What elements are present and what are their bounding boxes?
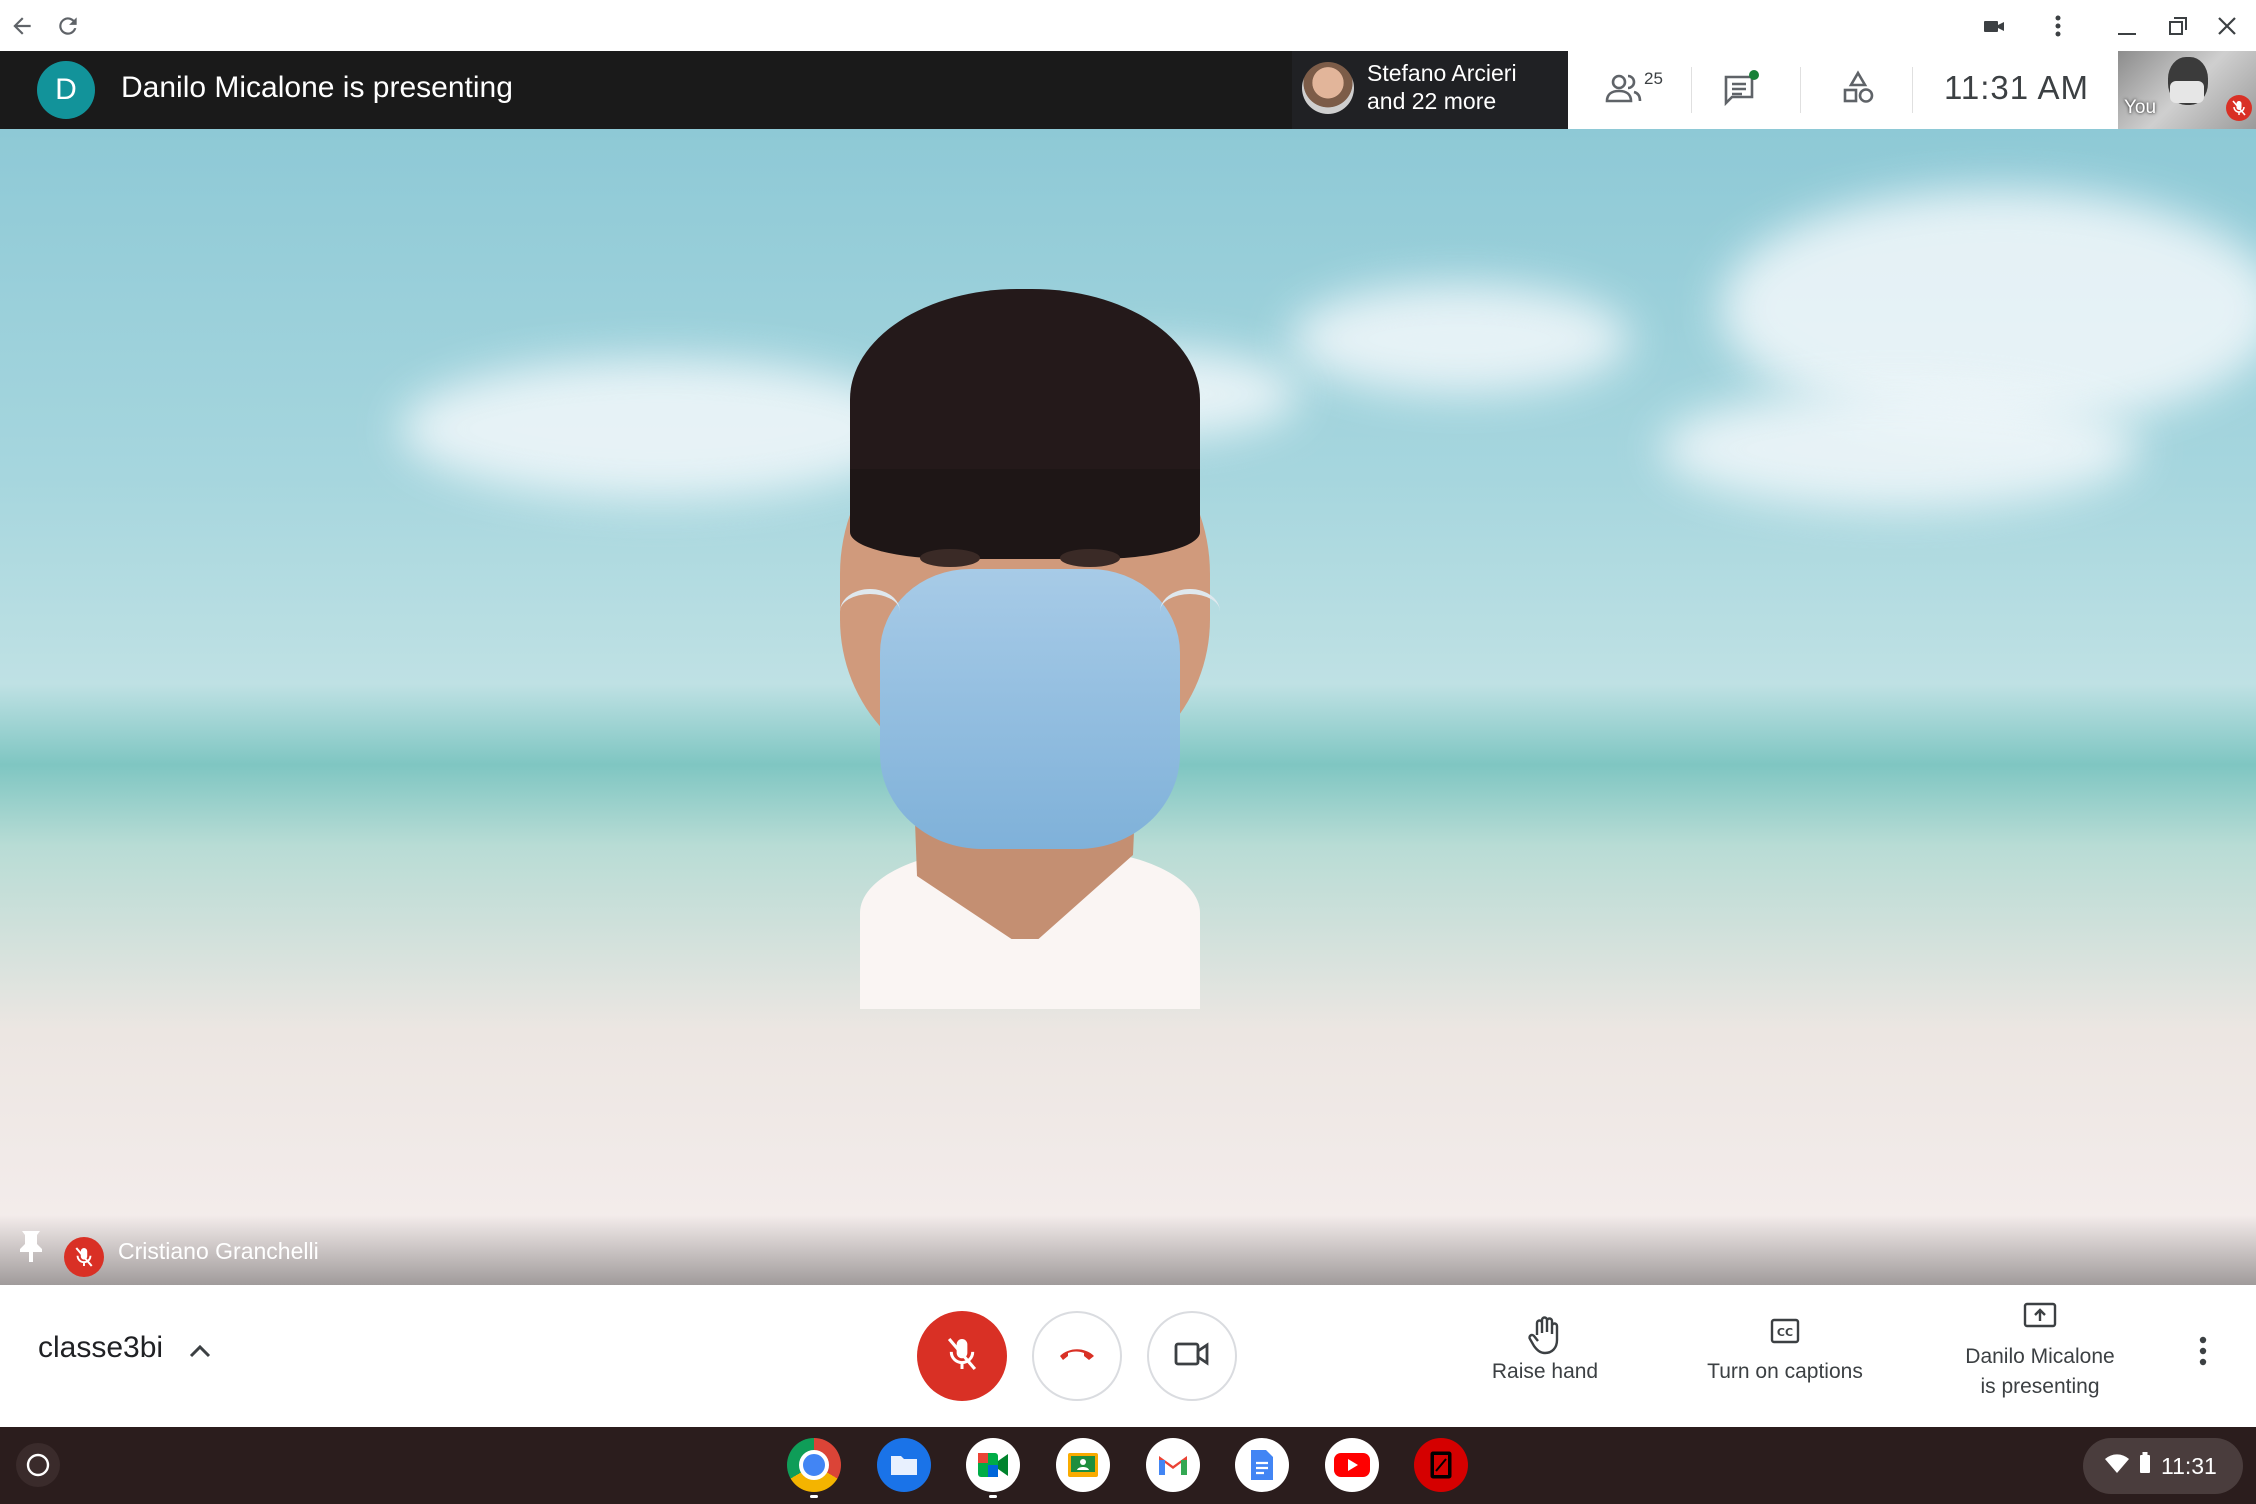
window-title-bar (0, 0, 2256, 51)
mask-strap-right (1160, 589, 1220, 634)
raise-hand-label: Raise hand (1491, 1360, 1599, 1383)
presenting-title: Danilo Micalone is presenting (121, 71, 513, 104)
active-speaker-card[interactable]: Stefano Arcieri and 22 more (1292, 51, 1568, 129)
self-mic-off-icon (2226, 95, 2252, 121)
youtube-icon[interactable] (1325, 1438, 1379, 1492)
meet-icon[interactable] (966, 1438, 1020, 1492)
activities-icon (1840, 69, 1876, 111)
person-eyes (920, 549, 1120, 569)
chat-icon (1722, 69, 1762, 112)
meeting-control-bar: classe3bi Raise hand CC Turn on captions (0, 1285, 2256, 1427)
present-screen-icon (1940, 1300, 2140, 1342)
people-icon (1604, 71, 1644, 110)
restore-icon[interactable] (2158, 6, 2198, 46)
running-indicator (810, 1495, 818, 1498)
self-label: You (2124, 97, 2157, 118)
pin-icon[interactable] (16, 1228, 46, 1269)
chrome-icon[interactable] (787, 1438, 841, 1492)
speaker-avatar (1302, 62, 1354, 114)
activities-button[interactable] (1840, 67, 1876, 113)
mic-toggle-button[interactable] (917, 1311, 1007, 1401)
participants-button[interactable]: 25 (1604, 67, 1663, 113)
video-camera-icon (1174, 1341, 1210, 1372)
system-time: 11:31 (2161, 1452, 2217, 1479)
launcher-button[interactable] (16, 1443, 60, 1487)
speaker-more: and 22 more (1367, 88, 1497, 114)
captions-label: Turn on captions (1707, 1360, 1863, 1383)
self-video-tile[interactable]: You (2118, 51, 2256, 129)
mask-strap-left (840, 589, 900, 634)
more-options-icon[interactable] (2198, 1336, 2208, 1371)
name-shade (0, 1215, 2256, 1285)
meeting-name: classe3bi (38, 1331, 164, 1364)
chat-button[interactable] (1722, 67, 1762, 113)
pdf-app-icon[interactable] (1414, 1438, 1468, 1492)
closed-captions-icon: CC (1685, 1315, 1885, 1357)
wifi-icon (2105, 1453, 2129, 1480)
chevron-up-icon (189, 1332, 211, 1366)
participants-count: 25 (1644, 69, 1663, 88)
hang-up-icon (1058, 1344, 1096, 1369)
minimize-icon[interactable] (2107, 6, 2147, 46)
docs-icon[interactable] (1235, 1438, 1289, 1492)
person-figure (800, 289, 1260, 1009)
top-controls: 25 11:31 AM (1568, 51, 2118, 129)
divider (1691, 67, 1692, 113)
reload-icon[interactable] (48, 6, 88, 46)
presenting-line-2: is presenting (1980, 1375, 2100, 1398)
mic-off-icon (947, 1336, 977, 1377)
running-indicator (989, 1495, 997, 1498)
camera-in-use-icon (1974, 6, 2014, 46)
files-icon[interactable] (877, 1438, 931, 1492)
raise-hand-button[interactable]: Raise hand (1470, 1315, 1620, 1387)
hand-icon (1470, 1315, 1620, 1357)
status-tray[interactable]: 11:31 (2083, 1438, 2243, 1494)
battery-icon (2139, 1452, 2151, 1480)
participant-name: Cristiano Granchelli (118, 1238, 319, 1264)
presenter-avatar: D (37, 61, 95, 119)
meeting-details-button[interactable]: classe3bi (38, 1331, 211, 1366)
classroom-icon[interactable] (1056, 1438, 1110, 1492)
participant-mic-off-icon (64, 1237, 104, 1277)
captions-button[interactable]: CC Turn on captions (1685, 1315, 1885, 1387)
camera-toggle-button[interactable] (1147, 1311, 1237, 1401)
divider (1800, 67, 1801, 113)
svg-text:CC: CC (1777, 1326, 1793, 1339)
person-hair (850, 469, 1200, 559)
back-arrow-icon[interactable] (2, 6, 42, 46)
meeting-clock: 11:31 AM (1944, 69, 2089, 106)
speaker-name: Stefano Arcieri (1367, 60, 1517, 86)
leave-call-button[interactable] (1032, 1311, 1122, 1401)
self-mask (2170, 81, 2204, 103)
present-now-button[interactable]: Danilo Micalone is presenting (1940, 1300, 2140, 1402)
main-video: Cristiano Granchelli (0, 129, 2256, 1285)
face-mask (880, 569, 1180, 849)
close-icon[interactable] (2207, 6, 2247, 46)
presenting-line-1: Danilo Micalone (1965, 1345, 2115, 1368)
gmail-icon[interactable] (1146, 1438, 1200, 1492)
divider (1912, 67, 1913, 113)
more-vert-icon[interactable] (2038, 6, 2078, 46)
os-shelf: 11:31 (0, 1427, 2256, 1504)
